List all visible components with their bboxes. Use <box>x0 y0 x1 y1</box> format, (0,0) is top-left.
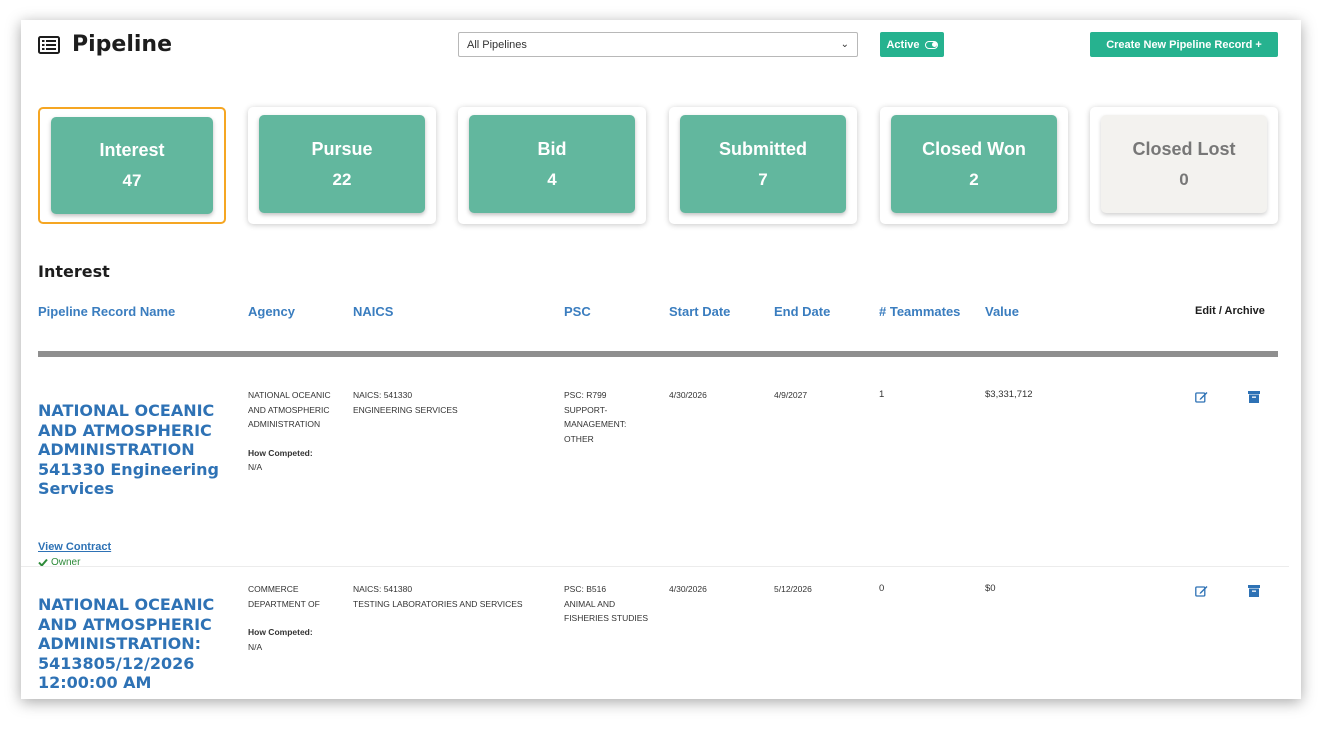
naics-cell: NAICS: 541330 ENGINEERING SERVICES <box>353 388 458 417</box>
record-value: $0 <box>985 583 996 594</box>
naics-cell: NAICS: 541380 TESTING LABORATORIES AND S… <box>353 582 523 611</box>
end-date: 4/9/2027 <box>774 390 808 400</box>
title-group: Pipeline <box>38 32 172 57</box>
stage-tile: Submitted 7 <box>680 115 846 213</box>
column-header-edit-archive: Edit / Archive <box>1195 305 1265 317</box>
naics-code: NAICS: 541330 <box>353 390 413 400</box>
naics-code: NAICS: 541380 <box>353 584 413 594</box>
stage-count: 2 <box>969 169 979 189</box>
stage-count: 7 <box>758 169 768 189</box>
how-competed-label: How Competed: <box>248 627 313 637</box>
archive-icon[interactable] <box>1248 391 1260 403</box>
stage-tile: Pursue 22 <box>259 115 425 213</box>
stage-card-bid[interactable]: Bid 4 <box>458 107 646 224</box>
column-header-name[interactable]: Pipeline Record Name <box>38 304 175 319</box>
teammates-count: 0 <box>879 583 885 594</box>
row-separator <box>21 566 1289 567</box>
start-date: 4/30/2026 <box>669 390 707 400</box>
psc-cell: PSC: R799 SUPPORT- MANAGEMENT: OTHER <box>564 388 626 446</box>
view-contract-link[interactable]: View Contract <box>38 541 111 553</box>
stage-count: 4 <box>547 169 557 189</box>
stage-card-closed-won[interactable]: Closed Won 2 <box>880 107 1068 224</box>
psc-line: SUPPORT- <box>564 404 608 415</box>
psc-cell: PSC: B516 ANIMAL AND FISHERIES STUDIES <box>564 582 648 626</box>
stage-name: Closed Won <box>922 138 1026 159</box>
how-competed-value: N/A <box>248 462 263 472</box>
stage-card-pursue[interactable]: Pursue 22 <box>248 107 436 224</box>
column-header-agency[interactable]: Agency <box>248 304 295 319</box>
psc-line: PSC: B516 <box>564 584 607 594</box>
stage-name: Interest <box>99 140 165 160</box>
psc-line: FISHERIES STUDIES <box>564 613 649 623</box>
column-header-naics[interactable]: NAICS <box>353 304 393 319</box>
how-competed-label: How Competed: <box>248 447 313 458</box>
record-value: $3,331,712 <box>985 389 1033 400</box>
toggle-on-icon <box>924 40 938 49</box>
archive-icon[interactable] <box>1248 585 1260 597</box>
psc-line: MANAGEMENT: <box>564 419 627 429</box>
column-header-psc[interactable]: PSC <box>564 304 591 319</box>
stage-name: Submitted <box>719 138 807 159</box>
column-header-start-date[interactable]: Start Date <box>669 304 730 319</box>
pipeline-select[interactable]: All Pipelines ⌄ <box>458 32 858 57</box>
agency-line: AND ATMOSPHERIC <box>248 404 330 415</box>
edit-icon[interactable] <box>1195 391 1208 403</box>
column-header-teammates[interactable]: # Teammates <box>879 304 960 319</box>
record-name-link[interactable]: NATIONAL OCEANIC AND ATMOSPHERIC ADMINIS… <box>38 401 238 499</box>
table-row: NATIONAL OCEANIC AND ATMOSPHERIC ADMINIS… <box>21 566 1289 699</box>
stage-card-interest[interactable]: Interest 47 <box>38 107 226 224</box>
list-icon <box>38 35 60 54</box>
psc-line: ANIMAL AND <box>564 598 616 609</box>
stage-name: Pursue <box>311 138 373 159</box>
stage-tile: Bid 4 <box>469 115 635 213</box>
teammates-count: 1 <box>879 389 885 400</box>
active-toggle-label: Active <box>886 38 920 51</box>
stage-name: Bid <box>537 138 567 159</box>
stage-count: 22 <box>332 169 352 189</box>
stage-name: Closed Lost <box>1132 138 1236 159</box>
psc-line: OTHER <box>564 433 594 444</box>
naics-description: TESTING LABORATORIES AND SERVICES <box>353 598 523 609</box>
create-pipeline-record-button[interactable]: Create New Pipeline Record + <box>1090 32 1278 57</box>
app-window: Pipeline All Pipelines ⌄ Active Create N… <box>21 20 1301 699</box>
naics-description: ENGINEERING SERVICES <box>353 404 458 415</box>
stage-tile: Closed Lost 0 <box>1101 115 1267 213</box>
end-date: 5/12/2026 <box>774 584 812 594</box>
table-row: NATIONAL OCEANIC AND ATMOSPHERIC ADMINIS… <box>21 365 1289 568</box>
stage-tile: Closed Won 2 <box>891 115 1057 213</box>
agency-line: COMMERCE <box>248 584 299 594</box>
column-header-end-date[interactable]: End Date <box>774 304 830 319</box>
start-date: 4/30/2026 <box>669 584 707 594</box>
stage-tile: Interest 47 <box>51 117 213 214</box>
stage-count: 0 <box>1179 169 1189 189</box>
chevron-down-icon: ⌄ <box>840 39 849 50</box>
active-toggle-button[interactable]: Active <box>880 32 944 57</box>
agency-line: ADMINISTRATION <box>248 419 321 429</box>
stage-card-submitted[interactable]: Submitted 7 <box>669 107 857 224</box>
column-header-value[interactable]: Value <box>985 304 1019 319</box>
pipeline-select-value: All Pipelines <box>467 38 527 51</box>
agency-line: DEPARTMENT OF <box>248 598 320 609</box>
agency-line: NATIONAL OCEANIC <box>248 390 331 400</box>
agency-cell: NATIONAL OCEANIC AND ATMOSPHERIC ADMINIS… <box>248 388 331 475</box>
how-competed-value: N/A <box>248 641 263 652</box>
stage-card-closed-lost[interactable]: Closed Lost 0 <box>1090 107 1278 224</box>
section-title: Interest <box>38 262 110 281</box>
edit-icon[interactable] <box>1195 585 1208 597</box>
page-title: Pipeline <box>72 32 172 57</box>
table-divider <box>38 351 1278 357</box>
psc-line: PSC: R799 <box>564 390 607 400</box>
record-name-link[interactable]: NATIONAL OCEANIC AND ATMOSPHERIC ADMINIS… <box>38 595 238 693</box>
create-button-label: Create New Pipeline Record + <box>1106 38 1262 51</box>
agency-cell: COMMERCE DEPARTMENT OF How Competed: N/A <box>248 582 320 654</box>
page-header: Pipeline All Pipelines ⌄ Active Create N… <box>21 20 1301 80</box>
stage-count: 47 <box>122 171 142 190</box>
